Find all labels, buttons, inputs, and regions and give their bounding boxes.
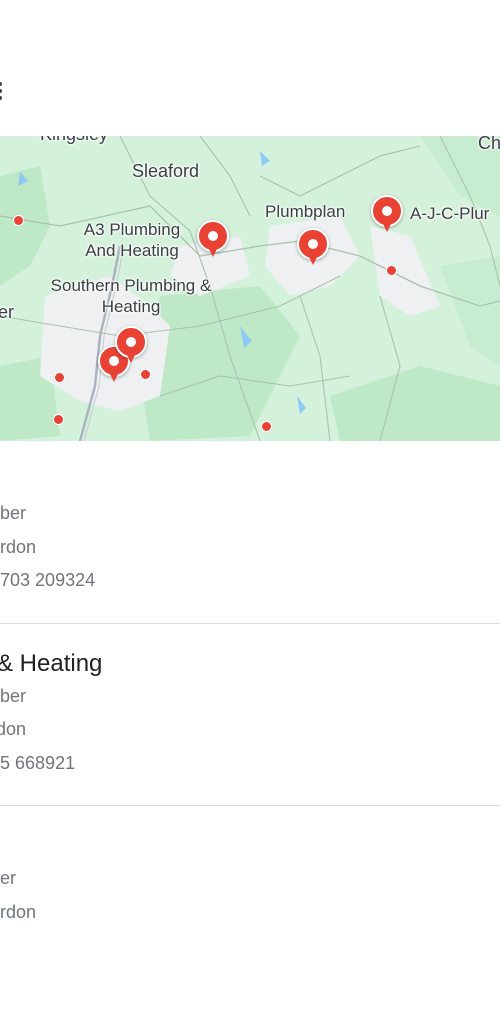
more-dot [0,82,2,86]
map-dot[interactable] [386,265,397,276]
town-label-kingsley: Kingsley [40,136,108,144]
result-line-location: rdon [0,719,27,739]
result-line-type: nber [0,686,27,706]
map-pin-ajc[interactable] [370,195,404,235]
town-label-sleaford: Sleaford [132,161,200,181]
town-label-partial: Ch [478,136,500,153]
town-label-partial-left: er [0,302,15,322]
map-dot[interactable] [261,421,272,432]
result-card-3[interactable]: ber ordon 0 [0,806,500,1006]
results-map[interactable]: Kingsley Sleaford Ch er A3 Plumbing And … [0,136,500,441]
result-line-location: ordon [0,537,37,557]
business-label-southern-plumbing[interactable]: Southern Plumbing & Heating [40,275,222,317]
map-pin-southern-plumbing[interactable] [114,326,148,366]
result-line-phone[interactable]: 7703 209324 [0,570,95,591]
result-line-type: ber [0,868,17,888]
map-dot[interactable] [13,215,24,226]
result-line-location: ordon [0,902,37,922]
map-pin-plumbplan[interactable] [296,228,330,268]
business-label-ajc[interactable]: A-J-C-Plur [410,204,489,224]
business-label-plumbplan[interactable]: Plumbplan [265,202,345,222]
map-dot[interactable] [53,414,64,425]
result-line-type: nber [0,503,27,523]
result-card-2[interactable]: & Heating nber rdon 25 668921 [0,624,500,805]
result-title[interactable]: & Heating [0,650,102,678]
map-dot[interactable] [54,372,65,383]
result-line-phone[interactable]: 25 668921 [0,753,75,774]
business-label-a3-plumbing[interactable]: A3 Plumbing And Heating [72,219,192,261]
more-dot [0,89,2,93]
more-dot [0,96,2,100]
more-vert-icon[interactable] [0,80,12,104]
map-dot[interactable] [140,369,151,380]
map-pin-a3-plumbing[interactable] [196,220,230,260]
result-card-1[interactable]: nber ordon 7703 209324 [0,441,500,623]
